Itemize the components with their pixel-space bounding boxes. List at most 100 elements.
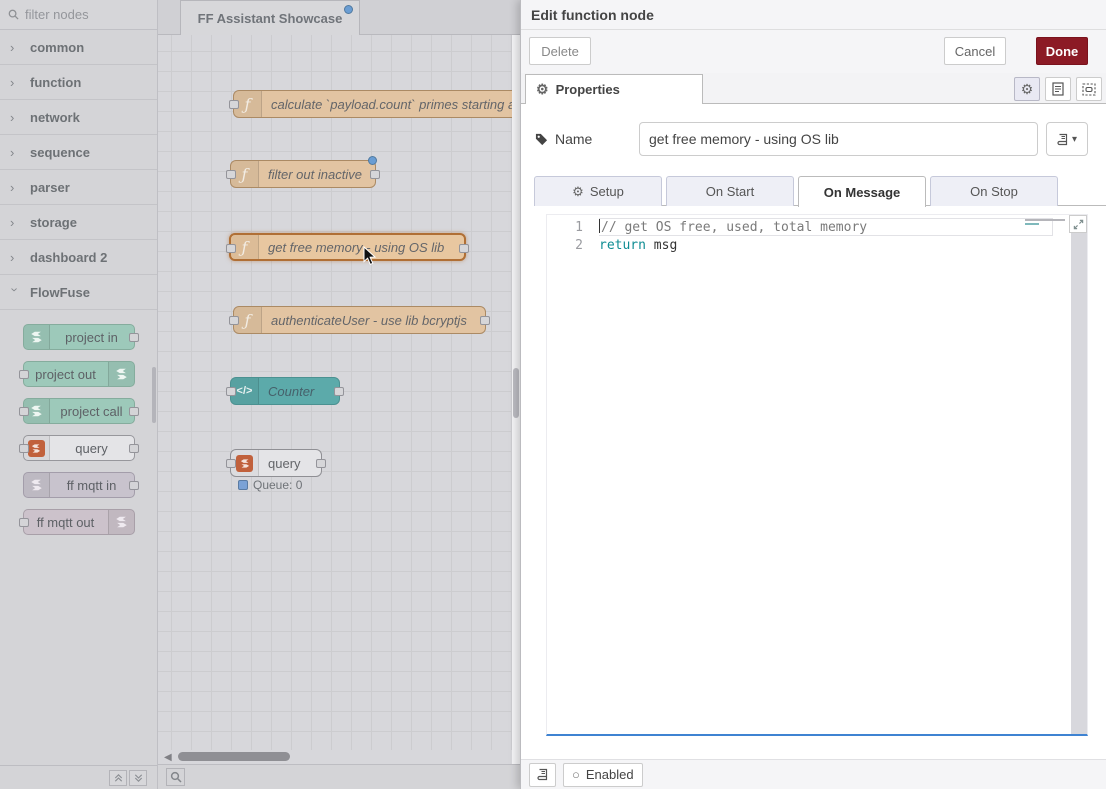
flow-canvas[interactable]: ƒ calculate `payload.count` primes start… bbox=[158, 35, 520, 750]
magnifier-icon bbox=[170, 771, 182, 783]
input-port[interactable] bbox=[19, 370, 29, 379]
node-label: filter out inactive bbox=[259, 167, 372, 182]
output-port[interactable] bbox=[480, 316, 490, 325]
properties-section-button[interactable]: ⚙ bbox=[1014, 77, 1040, 101]
tab-on-message[interactable]: On Message bbox=[798, 176, 926, 207]
code-line-2: 2 return msg bbox=[547, 237, 1087, 255]
input-port[interactable] bbox=[19, 518, 29, 527]
enabled-state-icon: ○ bbox=[572, 767, 580, 782]
hscroll-thumb[interactable] bbox=[178, 752, 290, 761]
expand-editor-button[interactable] bbox=[1069, 215, 1087, 233]
category-label: storage bbox=[30, 215, 77, 230]
expand-icon bbox=[1073, 219, 1084, 230]
text-cursor bbox=[599, 219, 600, 233]
input-port[interactable] bbox=[226, 170, 236, 179]
output-port[interactable] bbox=[334, 387, 344, 396]
palette-category-common[interactable]: ›common bbox=[0, 30, 157, 65]
input-port[interactable] bbox=[19, 444, 29, 453]
canvas-vertical-scrollbar[interactable] bbox=[512, 35, 520, 764]
node-label: get free memory - using OS lib bbox=[259, 240, 454, 255]
tab-properties[interactable]: ⚙ Properties bbox=[525, 74, 703, 104]
search-flows-button[interactable] bbox=[166, 768, 185, 786]
flow-tab[interactable]: FF Assistant Showcase bbox=[180, 0, 360, 35]
output-port[interactable] bbox=[370, 170, 380, 179]
canvas-horizontal-scrollbar[interactable]: ◀ bbox=[158, 750, 520, 764]
flow-node-counter[interactable]: </> Counter bbox=[230, 377, 340, 405]
output-port[interactable] bbox=[459, 244, 469, 253]
palette-category-storage[interactable]: › storage bbox=[0, 205, 157, 240]
tag-icon bbox=[535, 133, 548, 146]
palette-node-label: project out bbox=[24, 367, 108, 382]
palette-scrollbar[interactable] bbox=[152, 367, 156, 423]
description-section-button[interactable] bbox=[1045, 77, 1071, 101]
flow-node-calculate-primes[interactable]: ƒ calculate `payload.count` primes start… bbox=[233, 90, 520, 118]
gear-icon: ⚙ bbox=[536, 81, 549, 98]
tab-properties-label: Properties bbox=[556, 82, 620, 97]
output-port[interactable] bbox=[129, 481, 139, 490]
palette-node-label: ff mqtt in bbox=[50, 478, 134, 493]
palette-node-query[interactable]: query bbox=[23, 435, 135, 461]
palette-category-flowfuse[interactable]: ›FlowFuse bbox=[0, 275, 157, 310]
book-icon bbox=[1057, 133, 1069, 146]
tab-on-start[interactable]: On Start bbox=[666, 176, 794, 206]
input-port[interactable] bbox=[226, 459, 236, 468]
flow-node-authenticate-user[interactable]: ƒ authenticateUser - use lib bcryptjs bbox=[233, 306, 486, 334]
output-port[interactable] bbox=[129, 444, 139, 453]
output-port[interactable] bbox=[129, 333, 139, 342]
input-port[interactable] bbox=[226, 387, 236, 396]
tray-section-buttons: ⚙ bbox=[1014, 77, 1102, 101]
tab-setup[interactable]: ⚙ Setup bbox=[534, 176, 662, 206]
double-chevron-down-icon bbox=[134, 774, 143, 782]
palette-node-project-in[interactable]: project in bbox=[23, 324, 135, 350]
line-number: 2 bbox=[547, 237, 599, 255]
input-port[interactable] bbox=[229, 100, 239, 109]
library-export-button[interactable] bbox=[529, 763, 556, 787]
palette-node-ff-mqtt-out[interactable]: ff mqtt out bbox=[23, 509, 135, 535]
category-label: FlowFuse bbox=[30, 285, 90, 300]
input-port[interactable] bbox=[226, 244, 236, 253]
input-port[interactable] bbox=[229, 316, 239, 325]
input-port[interactable] bbox=[19, 407, 29, 416]
palette-node-ff-mqtt-in[interactable]: ff mqtt in bbox=[23, 472, 135, 498]
scroll-left-arrow-icon[interactable]: ◀ bbox=[164, 752, 172, 763]
palette-filter[interactable]: filter nodes bbox=[0, 0, 157, 30]
editor-scrollbar[interactable] bbox=[1071, 215, 1087, 734]
category-label: common bbox=[30, 40, 84, 55]
collapse-categories-button[interactable] bbox=[109, 770, 127, 786]
vscroll-thumb[interactable] bbox=[513, 368, 519, 418]
expand-categories-button[interactable] bbox=[129, 770, 147, 786]
chevron-right-icon: › bbox=[10, 145, 20, 160]
appearance-icon bbox=[1082, 83, 1096, 96]
flow-node-query[interactable]: query bbox=[230, 449, 322, 477]
flow-node-filter-out-inactive[interactable]: ƒ filter out inactive bbox=[230, 160, 376, 188]
library-button[interactable]: ▾ bbox=[1046, 122, 1088, 156]
node-status-text: Queue: 0 bbox=[253, 478, 302, 492]
output-port[interactable] bbox=[316, 459, 326, 468]
workspace-footer bbox=[158, 764, 520, 789]
palette-category-parser[interactable]: ›parser bbox=[0, 170, 157, 205]
gear-icon: ⚙ bbox=[1021, 81, 1034, 98]
palette-category-function[interactable]: ›function bbox=[0, 65, 157, 100]
output-port[interactable] bbox=[129, 407, 139, 416]
tab-on-stop[interactable]: On Stop bbox=[930, 176, 1058, 206]
enabled-toggle-button[interactable]: ○ Enabled bbox=[563, 763, 643, 787]
palette-category-network[interactable]: ›network bbox=[0, 100, 157, 135]
unsaved-changes-dot bbox=[344, 5, 353, 14]
palette-node-project-call[interactable]: project call bbox=[23, 398, 135, 424]
code-editor[interactable]: 1 // get OS free, used, total memory 2 r… bbox=[546, 214, 1088, 736]
cancel-button[interactable]: Cancel bbox=[944, 37, 1006, 65]
chevron-right-icon: › bbox=[10, 110, 20, 125]
flowfuse-icon bbox=[108, 362, 134, 386]
palette-node-label: project in bbox=[50, 330, 134, 345]
flow-node-get-free-memory[interactable]: ƒ get free memory - using OS lib bbox=[229, 233, 466, 261]
name-input[interactable] bbox=[639, 122, 1038, 156]
delete-button[interactable]: Delete bbox=[529, 37, 591, 65]
chevron-right-icon: › bbox=[10, 215, 20, 230]
done-button[interactable]: Done bbox=[1036, 37, 1088, 65]
palette-category-dashboard2[interactable]: ›dashboard 2 bbox=[0, 240, 157, 275]
palette-category-sequence[interactable]: ›sequence bbox=[0, 135, 157, 170]
edit-tray: Edit function node Delete Cancel Done ⚙ … bbox=[520, 0, 1106, 789]
appearance-section-button[interactable] bbox=[1076, 77, 1102, 101]
gear-icon: ⚙ bbox=[572, 184, 584, 200]
palette-node-project-out[interactable]: project out bbox=[23, 361, 135, 387]
